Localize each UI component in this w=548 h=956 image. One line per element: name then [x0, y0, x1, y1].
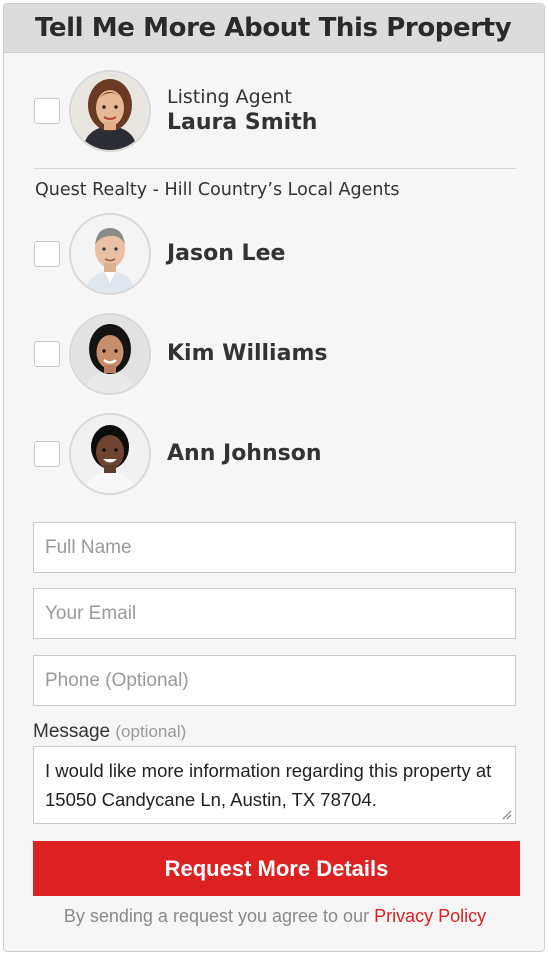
message-textarea[interactable]: I would like more information regarding …	[33, 746, 516, 824]
resize-handle-icon[interactable]	[500, 808, 512, 820]
disclaimer-text: By sending a request you agree to our	[63, 906, 370, 926]
agent-checkbox[interactable]	[34, 241, 60, 267]
disclaimer: By sending a request you agree to our Pr…	[4, 906, 544, 927]
agent-row: Ann Johnson	[34, 413, 322, 495]
agent-name: Jason Lee	[167, 241, 286, 266]
company-heading: Quest Realty - Hill Country’s Local Agen…	[35, 180, 400, 200]
agent-checkbox[interactable]	[34, 341, 60, 367]
agent-name: Kim Williams	[167, 341, 328, 366]
message-label-text: Message	[33, 721, 111, 742]
contact-form-card: Tell Me More About This Property Listing…	[3, 3, 545, 952]
listing-agent-name: Laura Smith	[167, 110, 318, 135]
agent-avatar	[69, 313, 151, 395]
request-details-button[interactable]: Request More Details	[33, 841, 520, 896]
message-optional-hint: (optional)	[115, 722, 187, 741]
listing-agent-checkbox[interactable]	[34, 98, 60, 124]
listing-agent-role: Listing Agent	[167, 86, 292, 108]
agent-avatar	[69, 213, 151, 295]
agent-name: Ann Johnson	[167, 441, 322, 466]
privacy-policy-link[interactable]: Privacy Policy	[374, 906, 486, 926]
agent-row: Jason Lee	[34, 213, 285, 295]
message-label: Message (optional)	[33, 721, 186, 743]
agent-row: Kim Williams	[34, 313, 327, 395]
form-title: Tell Me More About This Property	[35, 13, 512, 43]
agent-checkbox[interactable]	[34, 441, 60, 467]
agent-avatar	[69, 413, 151, 495]
email-input[interactable]	[33, 588, 516, 639]
card-header: Tell Me More About This Property	[4, 4, 544, 53]
listing-agent-avatar	[69, 70, 151, 152]
full-name-input[interactable]	[33, 522, 516, 573]
divider	[34, 168, 516, 169]
phone-input[interactable]	[33, 655, 516, 706]
listing-agent-row: Listing Agent Laura Smith	[34, 70, 317, 152]
